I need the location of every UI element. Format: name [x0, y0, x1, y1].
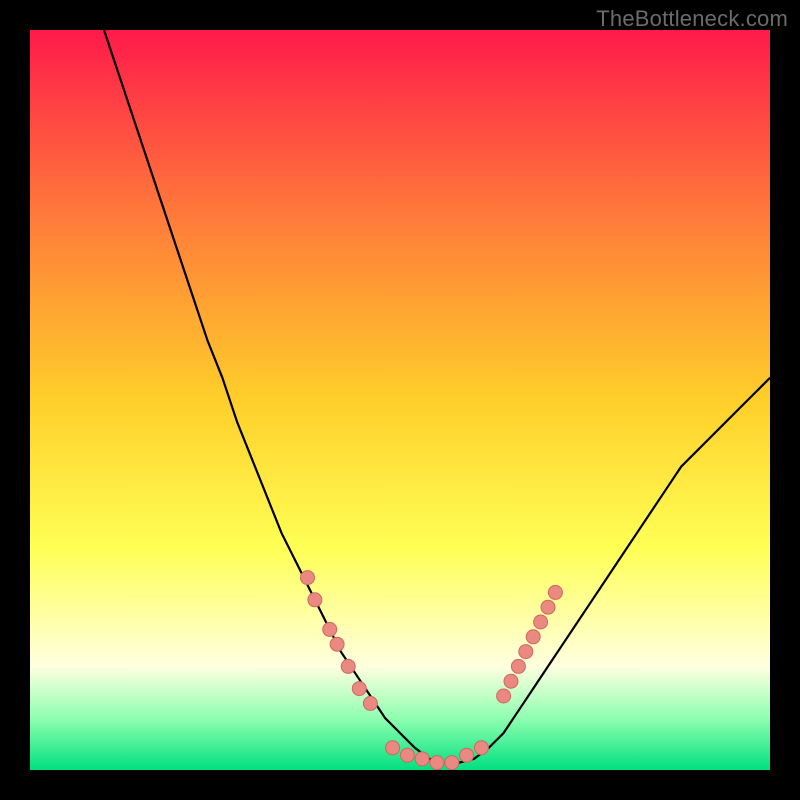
curve-marker [363, 696, 377, 710]
curve-marker [330, 637, 344, 651]
curve-marker [415, 752, 429, 766]
curve-marker [474, 741, 488, 755]
curve-marker [323, 622, 337, 636]
curve-marker [534, 615, 548, 629]
curve-marker [526, 630, 540, 644]
curve-marker [352, 682, 366, 696]
curve-marker [430, 756, 444, 770]
curve-marker [541, 600, 555, 614]
curve-marker [548, 585, 562, 599]
curve-marker [308, 593, 322, 607]
curve-marker [386, 741, 400, 755]
watermark-text: TheBottleneck.com [596, 6, 788, 32]
curve-marker [497, 689, 511, 703]
curve-marker [511, 659, 525, 673]
curve-marker [400, 748, 414, 762]
curve-marker [519, 645, 533, 659]
curve-marker [445, 756, 459, 770]
chart-frame [30, 30, 770, 770]
bottleneck-chart [30, 30, 770, 770]
curve-marker [341, 659, 355, 673]
curve-marker [460, 748, 474, 762]
curve-marker [301, 571, 315, 585]
curve-marker [504, 674, 518, 688]
